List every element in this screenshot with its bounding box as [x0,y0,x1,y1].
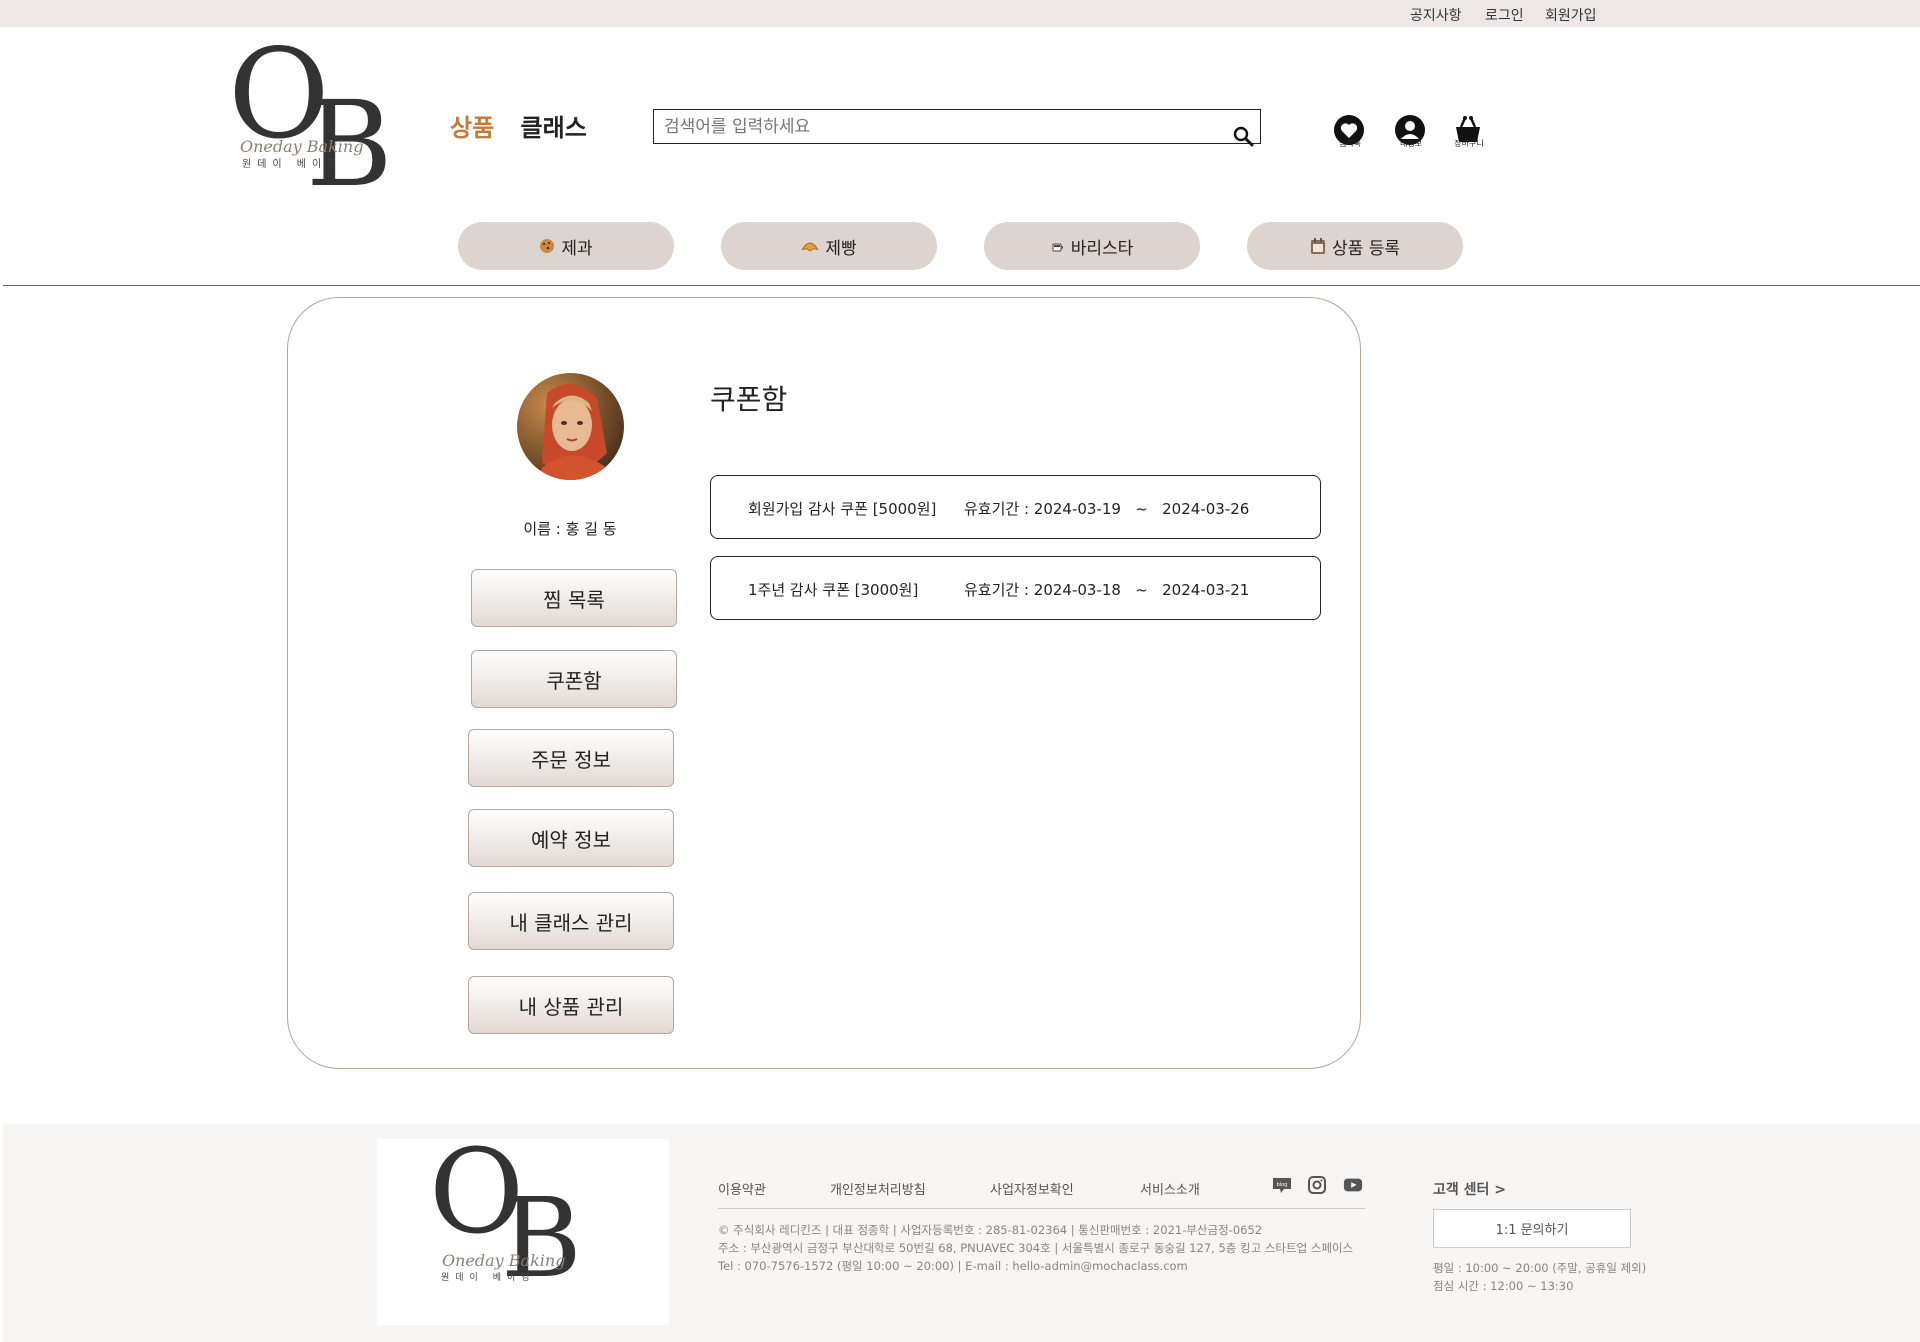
tab-products[interactable]: 상품 [450,114,494,142]
coffee-icon [1052,243,1063,252]
coupon-name: 회원가입 감사 쿠폰 [5000원] [748,500,937,518]
cookie-icon [540,239,555,253]
service-intro-link[interactable]: 서비스소개 [1140,1179,1200,1198]
search-input[interactable] [654,110,1260,143]
logo-korean: 원데이 베이킹 [242,159,343,170]
page-title: 쿠폰함 [710,383,788,416]
category-bread[interactable]: 제빵 [721,222,937,270]
customer-center-link[interactable]: 고객 센터 > [1433,1179,1506,1199]
category-baking[interactable]: 제과 [458,222,674,270]
category-label: 제빵 [825,238,857,259]
blog-icon[interactable]: blog [1272,1176,1292,1194]
svg-text:blog: blog [1277,1182,1288,1188]
avatar [517,373,624,480]
coupon-period: 유효기간 : 2024-03-19 ~ 2024-03-26 [964,500,1250,518]
site-logo[interactable]: O B Oneday Baking 원데이 베이킹 [228,33,393,203]
coupon-name: 1주년 감사 쿠폰 [3000원] [748,581,919,599]
cs-hours-lunch: 점심 시간 : 12:00 ~ 13:30 [1433,1279,1574,1293]
instagram-icon[interactable] [1307,1176,1327,1194]
privacy-link[interactable]: 개인정보처리방침 [830,1179,926,1198]
category-barista[interactable]: 바리스타 [984,222,1200,270]
sidebar-reservations-button[interactable]: 예약 정보 [468,809,674,867]
mypage-label: 내정보 [1399,139,1423,148]
signup-link[interactable]: 회원가입 [1545,5,1597,25]
company-address: 주소 : 부산광역시 금정구 부산대학로 50번길 68, PNUAVEC 30… [718,1241,1354,1255]
logo-script: Oneday Baking [240,137,364,156]
wishlist-button[interactable]: 찜목록 [1332,114,1366,148]
main-nav: 상품 클래스 [450,108,605,143]
company-info: © 주식회사 레디킨즈 | 대표 정종학 | 사업자등록번호 : 285-81-… [718,1223,1263,1237]
notice-link[interactable]: 공지사항 [1410,5,1462,25]
logo-script: Oneday Baking [442,1251,566,1270]
sidebar-coupons-button[interactable]: 쿠폰함 [471,650,677,708]
user-name: 이름 : 홍 길 동 [523,520,617,538]
footer-divider [718,1208,1365,1209]
company-contact: Tel : 070-7576-1572 (평일 10:00 ~ 20:00) |… [718,1259,1188,1273]
mypage-button[interactable]: 내정보 [1393,114,1427,148]
mypage-panel [287,297,1361,1069]
wishlist-label: 찜목록 [1338,139,1362,148]
category-label: 바리스타 [1070,238,1134,259]
footer-logo: O B Oneday Baking 원데이 베이킹 [377,1135,669,1325]
search-icon[interactable] [1233,126,1255,148]
header-divider [3,285,1920,286]
logo-korean: 원데이 베이킹 [441,1273,536,1283]
inquiry-button[interactable]: 1:1 문의하기 [1433,1209,1631,1248]
terms-link[interactable]: 이용약관 [718,1179,766,1198]
coupon-card[interactable]: 1주년 감사 쿠폰 [3000원] 유효기간 : 2024-03-18 ~ 20… [710,556,1321,620]
category-register[interactable]: 상품 등록 [1247,222,1463,270]
calendar-icon [1311,238,1326,254]
sidebar-my-classes-button[interactable]: 내 클래스 관리 [468,892,674,950]
category-label: 제과 [561,238,593,259]
cart-button[interactable]: 장바구니 [1451,114,1485,148]
business-info-link[interactable]: 사업자정보확인 [990,1179,1074,1198]
coupon-card[interactable]: 회원가입 감사 쿠폰 [5000원] 유효기간 : 2024-03-19 ~ 2… [710,475,1321,539]
tab-classes[interactable]: 클래스 [521,114,587,142]
cart-label: 장바구니 [1454,139,1484,148]
croissant-icon [801,242,819,252]
coupon-period: 유효기간 : 2024-03-18 ~ 2024-03-21 [964,581,1250,599]
category-label: 상품 등록 [1332,238,1400,259]
login-link[interactable]: 로그인 [1485,5,1524,25]
cs-hours-weekday: 평일 : 10:00 ~ 20:00 (주말, 공휴일 제외) [1433,1261,1647,1275]
youtube-icon[interactable] [1343,1176,1363,1194]
search-box [653,109,1261,147]
sidebar-wishlist-button[interactable]: 찜 목록 [471,569,677,627]
sidebar-my-products-button[interactable]: 내 상품 관리 [468,976,674,1034]
sidebar-orders-button[interactable]: 주문 정보 [468,729,674,787]
